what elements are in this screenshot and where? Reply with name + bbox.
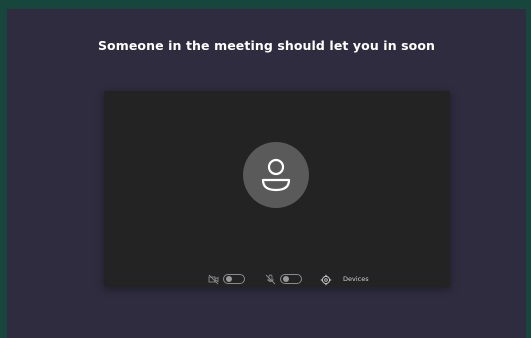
avatar (243, 142, 309, 208)
person-icon (261, 158, 291, 192)
camera-toggle[interactable] (223, 274, 245, 284)
microphone-toggle-knob (283, 276, 289, 282)
devices-button[interactable]: Devices (343, 275, 369, 283)
camera-off-icon (208, 274, 219, 285)
device-controls: Devices (104, 274, 450, 288)
lobby-screen: Someone in the meeting should let you in… (7, 9, 526, 338)
microphone-toggle[interactable] (280, 274, 302, 284)
mic-off-icon (265, 274, 276, 285)
camera-toggle-knob (226, 276, 232, 282)
lobby-message: Someone in the meeting should let you in… (97, 38, 436, 53)
video-preview: Devices (104, 91, 450, 287)
gear-icon[interactable] (320, 274, 332, 286)
